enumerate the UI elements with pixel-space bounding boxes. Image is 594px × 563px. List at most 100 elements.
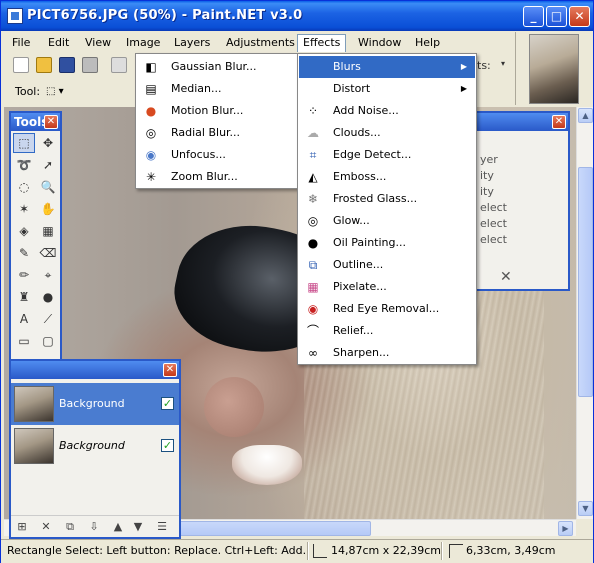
menu-effects[interactable]: Effects [297, 34, 347, 52]
scroll-down-icon[interactable]: ▼ [578, 501, 593, 516]
noise-icon: ⁘ [307, 104, 319, 118]
history-close-icon[interactable]: ✕ [552, 115, 566, 129]
vertical-scrollbar[interactable]: ▲ ▼ [576, 107, 593, 519]
menu-item-edge-detect[interactable]: ⌗ Edge Detect... [299, 144, 475, 166]
layers-title-bar[interactable]: ✕ [11, 361, 179, 379]
menu-item-unfocus[interactable]: ◉ Unfocus... [137, 144, 296, 166]
emboss-icon: ◭ [308, 170, 318, 184]
menu-help[interactable]: Help [410, 34, 445, 52]
layer-row[interactable]: Background ✓ [11, 383, 179, 425]
menu-item-distort[interactable]: Distort ▶ [299, 78, 475, 100]
pan-hand-icon[interactable]: ✋ [37, 199, 59, 219]
menu-item-median[interactable]: ▤ Median... [137, 78, 296, 100]
history-title-bar[interactable]: ✕ [476, 113, 568, 131]
menu-item-gaussian-blur[interactable]: ◧ Gaussian Blur... [137, 56, 296, 78]
image-thumbnail[interactable] [529, 34, 579, 104]
move-selected-icon[interactable]: ➚ [37, 155, 59, 175]
print-icon[interactable] [82, 57, 98, 73]
menu-item-clouds[interactable]: ☁ Clouds... [299, 122, 475, 144]
tools-title-bar[interactable]: Tools ✕ [11, 113, 60, 131]
paintbrush-icon[interactable]: ✎ [13, 243, 35, 263]
rounded-rectangle-icon[interactable]: ▢ [37, 331, 59, 351]
menu-file[interactable]: File [7, 34, 35, 52]
layers-close-icon[interactable]: ✕ [163, 363, 177, 377]
vertical-scroll-thumb[interactable] [578, 167, 593, 397]
ellipse-select-icon[interactable]: ◌ [13, 177, 35, 197]
minimize-button[interactable]: _ [523, 6, 544, 27]
pencil-icon[interactable]: ✏ [13, 265, 35, 285]
menu-item-zoom-blur[interactable]: ✳ Zoom Blur... [137, 166, 296, 188]
title-bar[interactable]: PICT6756.JPG (50%) - Paint.NET v3.0 _ □ … [1, 1, 593, 31]
layer-row[interactable]: Background ✓ [11, 425, 179, 467]
cut-icon[interactable] [111, 57, 127, 73]
status-message: Rectangle Select: Left button: Replace. … [7, 544, 307, 557]
color-picker-icon[interactable]: ⌖ [37, 265, 59, 285]
eraser-icon[interactable]: ⌫ [37, 243, 59, 263]
menu-item-motion-blur[interactable]: ● Motion Blur... [137, 100, 296, 122]
menu-item-radial-blur[interactable]: ◎ Radial Blur... [137, 122, 296, 144]
menu-item-glow[interactable]: ◎ Glow... [299, 210, 475, 232]
scroll-up-icon[interactable]: ▲ [578, 108, 593, 123]
lasso-select-icon[interactable]: ➰ [13, 155, 35, 175]
paint-net-logo-icon [7, 8, 23, 24]
history-item[interactable]: elect [480, 233, 507, 246]
history-item[interactable]: yer [480, 153, 498, 166]
menu-item-blurs[interactable]: Blurs ▶ [299, 56, 475, 78]
menu-item-emboss[interactable]: ◭ Emboss... [299, 166, 475, 188]
tools-close-icon[interactable]: ✕ [44, 115, 58, 129]
zoom-icon[interactable]: 🔍 [37, 177, 59, 197]
delete-layer-icon[interactable]: ✕ [39, 520, 53, 534]
add-layer-icon[interactable]: ⊞ [15, 520, 29, 534]
merge-layer-icon[interactable]: ⇩ [87, 520, 101, 534]
menu-window[interactable]: Window [353, 34, 406, 52]
text-icon[interactable]: A [13, 309, 35, 329]
menu-item-frosted-glass[interactable]: ❄ Frosted Glass... [299, 188, 475, 210]
layer-visibility-checkbox[interactable]: ✓ [161, 439, 174, 452]
history-item[interactable]: elect [480, 217, 507, 230]
new-icon[interactable] [13, 57, 29, 73]
layer-properties-icon[interactable]: ☰ [155, 520, 169, 534]
open-folder-icon[interactable] [36, 57, 52, 73]
menu-item-oil-painting[interactable]: ● Oil Painting... [299, 232, 475, 254]
history-item[interactable]: ity [480, 185, 494, 198]
menu-item-add-noise[interactable]: ⁘ Add Noise... [299, 100, 475, 122]
move-selection-icon[interactable]: ✥ [37, 133, 59, 153]
menu-adjustments[interactable]: Adjustments [221, 34, 300, 52]
close-button[interactable]: ✕ [569, 6, 590, 27]
clone-stamp-icon[interactable]: ♜ [13, 287, 35, 307]
rectangle-select-icon[interactable]: ⬚ [13, 133, 35, 153]
scroll-right-icon[interactable]: ▶ [558, 521, 573, 536]
menu-edit[interactable]: Edit [43, 34, 74, 52]
recolor-icon[interactable]: ● [37, 287, 59, 307]
frosted-glass-icon: ❄ [307, 192, 319, 206]
magic-wand-icon[interactable]: ✶ [13, 199, 35, 219]
radial-blur-icon: ◎ [145, 126, 157, 140]
rectangle-icon[interactable]: ▭ [13, 331, 35, 351]
move-layer-down-icon[interactable]: ▼ [131, 520, 145, 534]
layer-visibility-checkbox[interactable]: ✓ [161, 397, 174, 410]
toolbar-overflow-icon[interactable]: ▾ [501, 59, 511, 73]
tool-selector-dropdown[interactable]: ⬚ ▾ [46, 83, 74, 101]
menu-layers[interactable]: Layers [169, 34, 215, 52]
menu-item-red-eye-removal[interactable]: ◉ Red Eye Removal... [299, 298, 475, 320]
move-layer-up-icon[interactable]: ▲ [111, 520, 125, 534]
save-icon[interactable] [59, 57, 75, 73]
toolbar-partial-label: ts: [477, 59, 491, 72]
menu-item-pixelate[interactable]: ▦ Pixelate... [299, 276, 475, 298]
menu-image[interactable]: Image [121, 34, 165, 52]
gradient-icon[interactable]: ▦ [37, 221, 59, 241]
paint-bucket-icon[interactable]: ◈ [13, 221, 35, 241]
history-item[interactable]: ity [480, 169, 494, 182]
menu-item-outline[interactable]: ⧉ Outline... [299, 254, 475, 276]
menu-item-relief[interactable]: ⌒ Relief... [299, 320, 475, 342]
menu-item-sharpen[interactable]: ∞ Sharpen... [299, 342, 475, 364]
horizontal-scroll-thumb[interactable] [176, 521, 371, 536]
menu-view[interactable]: View [80, 34, 116, 52]
unfocus-icon: ◉ [145, 148, 157, 162]
line-curve-icon[interactable]: ⟋ [37, 309, 59, 329]
history-item[interactable]: elect [480, 201, 507, 214]
history-delete-icon[interactable]: ✕ [500, 269, 512, 285]
clouds-icon: ☁ [307, 126, 319, 140]
maximize-button[interactable]: □ [546, 6, 567, 27]
duplicate-layer-icon[interactable]: ⧉ [63, 520, 77, 534]
